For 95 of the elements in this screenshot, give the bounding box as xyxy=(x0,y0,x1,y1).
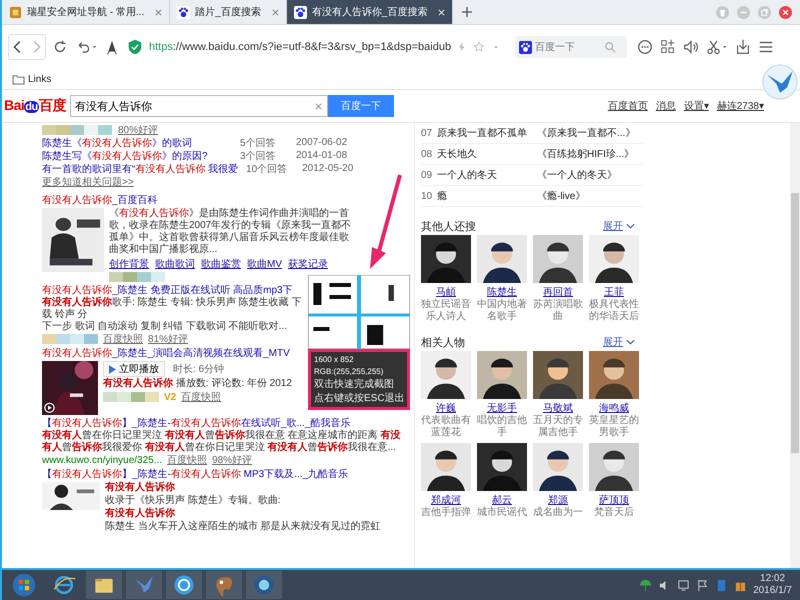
rating-link[interactable]: 80%好评 xyxy=(118,123,158,136)
header-link[interactable]: 赫连2738▾ xyxy=(716,99,764,113)
person-link[interactable]: 再回首 xyxy=(543,285,573,299)
person-description: 五月天的专属吉他手 xyxy=(533,415,583,439)
answer-count: 10个回答 xyxy=(246,162,288,176)
expand-link[interactable]: 展开 xyxy=(603,219,643,233)
album-link[interactable]: 《百练捻躬HIFI珍...》 xyxy=(537,147,634,161)
section-link[interactable]: 获奖记录 xyxy=(288,257,328,271)
person-description: 独立民谣音乐人诗人 xyxy=(421,299,471,323)
song-number: 09 xyxy=(421,170,434,180)
person-description: 成名曲为一 xyxy=(533,507,583,519)
song-number: 10 xyxy=(421,190,434,202)
person-description: 极具代表性的华语天后 xyxy=(589,299,639,323)
album-link[interactable]: 《瘾-live》 xyxy=(537,189,586,203)
address-field[interactable]: https://www.baidu.com/s?ie=utf-8&f=3&rsv_bp=1&dsp=baidub xyxy=(149,41,452,53)
person-description: 代表歌曲有蓝莲花 xyxy=(421,415,471,439)
person-link[interactable]: 郝云 xyxy=(492,493,512,507)
section-link[interactable]: 歌曲鉴赏 xyxy=(201,257,241,271)
person-link[interactable]: 萨顶顶 xyxy=(599,493,629,507)
rating-link[interactable]: 98%好评 xyxy=(212,453,252,467)
clock[interactable]: 12:02 2016/1/7 xyxy=(753,573,792,597)
browser-tab[interactable]: 有没有人告诉你_百度搜索 xyxy=(286,0,454,24)
bookmark-folder[interactable]: Links xyxy=(12,74,52,84)
color-text: RGB:(255,255,255) xyxy=(314,366,384,377)
result-title[interactable]: 有没有人告诉你_陈楚生_演唱会高清视频在线观看_MTV xyxy=(42,347,304,360)
person-description: 英皇星艺的男歌手 xyxy=(589,415,639,439)
search-button[interactable]: 百度一下 xyxy=(328,95,394,117)
album-link[interactable]: 《原来我一直都不...》 xyxy=(537,126,636,140)
size-text: 1600 x 852 xyxy=(314,354,355,365)
section-heading: 其他人还搜 xyxy=(421,220,476,234)
snapshot-link[interactable]: 百度快照 xyxy=(181,390,222,404)
person-link[interactable]: 马敬斌 xyxy=(543,401,573,415)
browser-tab[interactable]: 踏片_百度搜索 xyxy=(170,0,287,24)
person-link[interactable]: 许巍 xyxy=(436,401,456,415)
song-link[interactable]: 天长地久 xyxy=(437,147,537,161)
person-description: 中国内地著名歌手 xyxy=(477,299,527,323)
result-snippet: 《有没有人告诉你》是由陈楚生作词作曲并演唱的一首歌，收录在陈楚生2007年发行的专辑《原来我一直都不孤单》中。这首歌曾获得第八届音乐风云榜年度最佳歌曲奖和中国广播影视原... xyxy=(109,208,352,256)
clock-time: 12:02 xyxy=(760,573,786,585)
question-link[interactable]: 陈楚生写《有没有人告诉你》的原因? xyxy=(42,148,232,162)
section-link[interactable]: 创作背景 xyxy=(109,257,149,271)
answer-count: 5个回答 xyxy=(240,136,277,150)
song-number: 08 xyxy=(421,148,434,160)
video-info: 有没有人告诉你 播放数: 评论数: 年份 2012 xyxy=(103,378,293,390)
question-link[interactable]: 有一首歌的歌词里有“有没有人告诉你 我很爱 xyxy=(42,162,238,176)
rating-link[interactable]: 81%好评 xyxy=(148,332,188,346)
person-link[interactable]: 陈楚生 xyxy=(487,285,517,299)
question-date: 2014-01-08 xyxy=(296,150,348,161)
song-link[interactable]: 一个人的冬天 xyxy=(437,168,537,182)
song-link[interactable]: 原来我一直都不孤单 xyxy=(437,126,537,140)
question-date: 2007-06-02 xyxy=(296,137,348,148)
version-label: V2 xyxy=(164,392,176,402)
person-description: 唱饮的吉他手 xyxy=(477,415,527,439)
header-link[interactable]: 百度首页 xyxy=(608,99,648,113)
result-snippet: 下一步 歌词 自动滚动 复制 纠错 下载歌词 不能听歌对... xyxy=(42,321,288,333)
snapshot-link[interactable]: 百度快照 xyxy=(167,453,208,467)
person-description: 苏芮演唱歌曲 xyxy=(533,299,583,323)
expand-link[interactable]: 展开 xyxy=(603,335,643,349)
hint-text: 点右键或按ESC退出 xyxy=(314,392,404,405)
album-link[interactable]: 《一个人的冬天》 xyxy=(537,168,617,182)
section-heading: 相关人物 xyxy=(421,336,465,350)
duration-text: 时长: 6分钟 xyxy=(173,362,224,376)
result-snippet: 有没有人曾在你日记里哭泣 有没有人曾告诉你我很在意 在意这座城市的距离 有没有人曾告诉你我很爱你 有没有人曾在你日记里哭泣 有没有人曾告诉你我很在意... xyxy=(42,430,402,454)
result-url: www.kuwo.cn/yinyue/325... xyxy=(42,454,162,466)
header-link[interactable]: 设置▾ xyxy=(684,99,709,113)
person-link[interactable]: 海鸣威 xyxy=(599,401,629,415)
snapshot-link[interactable]: 百度快照 xyxy=(103,332,143,346)
person-link[interactable]: 王菲 xyxy=(604,285,624,299)
result-snippet: 有没有人告诉你 收录于《快乐男声 陈楚生》专辑。歌曲: 有没有人告诉你 陈楚生 当火车开入这座陌生的城市 那是从来就没有见过的霓虹 xyxy=(105,482,382,533)
person-link[interactable]: 郑成河 xyxy=(431,493,461,507)
baidu-logo[interactable]: Baidu百度 xyxy=(4,97,66,115)
result-title[interactable]: 有没有人告诉你_百度百科 xyxy=(42,194,402,207)
song-link[interactable]: 瘾 xyxy=(437,189,537,203)
section-link[interactable]: 歌曲MV xyxy=(247,257,282,271)
question-link[interactable]: 陈楚生《有没有人告诉你》的歌词 xyxy=(42,136,232,150)
result-title[interactable]: 有没有人告诉你_陈楚生 免费正版在线试听 高品质mp3下 xyxy=(42,284,304,297)
question-date: 2012-05-20 xyxy=(302,163,354,174)
result-title[interactable]: 【有没有人告诉你】_陈楚生-有没有人告诉你 MP3下载及..._九酷音乐 xyxy=(42,468,402,481)
person-link[interactable]: 无影手 xyxy=(487,401,517,415)
song-number: 07 xyxy=(421,128,434,138)
header-link[interactable]: 消息 xyxy=(656,99,676,113)
section-link[interactable]: 歌曲歌词 xyxy=(155,257,195,271)
person-link[interactable]: 马頔 xyxy=(436,285,456,299)
answer-count: 3个回答 xyxy=(240,150,277,162)
person-description: 梵音天后 xyxy=(593,507,635,519)
clock-date: 2016/1/7 xyxy=(753,585,792,597)
search-box[interactable]: 有没有人告诉你 xyxy=(70,95,328,117)
person-link[interactable]: 郑源 xyxy=(548,493,568,507)
more-link[interactable]: 更多知道相关问题>> xyxy=(42,175,402,189)
person-description: 吉他手指弹 xyxy=(421,507,471,519)
result-snippet: 有没有人告诉你歌手: 陈楚生 专辑: 快乐男声 陈楚生收藏 下载 铃声 分 xyxy=(42,297,302,320)
hint-text: 双击快速完成截图 xyxy=(314,378,395,391)
person-description: 城市民谣代 xyxy=(477,507,527,519)
play-button[interactable]: 立即播放 xyxy=(103,361,165,377)
result-title[interactable]: 【有没有人告诉你】_陈楚生-有没有人告诉你在线试听_歌..._酷我音乐 xyxy=(42,417,402,430)
browser-tab[interactable]: 瑞星安全网址导航 - 常用... xyxy=(2,0,170,24)
